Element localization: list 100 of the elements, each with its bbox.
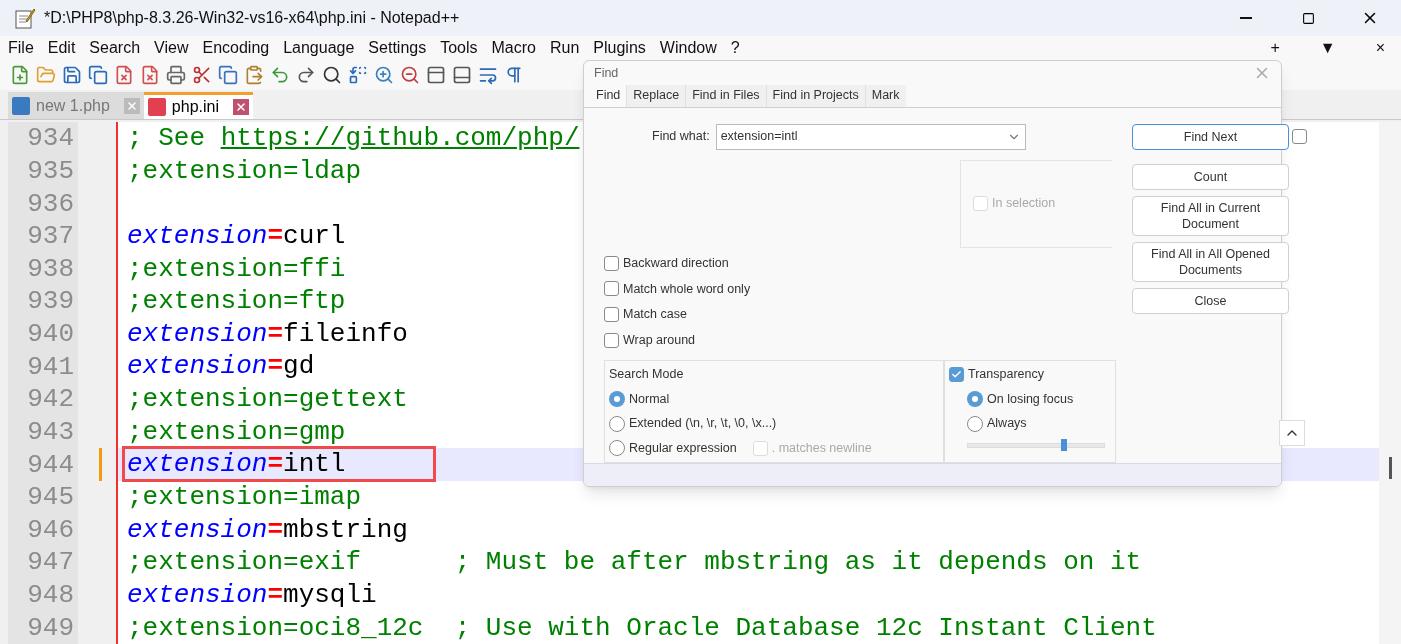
code-key: extension [127,353,268,380]
notepad-icon [14,7,36,29]
dialog-tab[interactable]: Replace [626,84,686,107]
close-tab-icon[interactable] [233,99,249,115]
checkmark-icon [951,368,962,380]
line-number: 939 [27,288,74,315]
line-number: 948 [27,582,74,609]
menu-item[interactable]: Window [659,36,717,60]
line-number: 935 [27,157,74,184]
panel-icon[interactable] [426,65,446,85]
menu-item[interactable]: Settings [368,36,427,60]
line-number: 938 [27,255,74,282]
copy-icon[interactable] [218,65,238,85]
paste-icon[interactable] [244,65,264,85]
close-file-icon[interactable] [114,65,134,85]
line-number: 940 [27,321,74,348]
menu-item[interactable]: Edit [47,36,76,60]
menu-item[interactable]: ? [730,36,740,60]
menu-item[interactable]: Language [283,36,355,60]
panel-icon[interactable] [452,65,472,85]
code-key: extension [127,582,268,608]
checkbox-label: Match case [623,306,687,324]
checkbox[interactable] [604,281,619,297]
code-value: mbstring [283,516,408,543]
pilcrow-icon[interactable] [504,65,524,85]
group-title: Search Mode [609,365,684,383]
new-file-icon[interactable] [10,65,30,85]
dialog-button[interactable]: Close [1132,287,1289,314]
code-value: mysqli [283,582,377,608]
code-key: extension [127,451,268,478]
menu-item[interactable]: Search [89,36,141,60]
dialog-tab[interactable]: Mark [864,84,906,107]
radio-button[interactable] [609,415,625,432]
checkbox-label: Transparency [968,365,1044,383]
close-all-icon[interactable] [140,65,160,85]
save-all-icon[interactable] [88,65,108,85]
line-number: 947 [27,549,74,576]
change-marker [99,448,102,481]
code-key: extension [127,516,268,543]
code-comment: ;extension=exif ; Must be after mbstring as it depends on it [127,549,1142,576]
menu-item[interactable]: View [154,36,189,60]
scrollbar[interactable] [1379,122,1401,644]
collapse-button[interactable] [1279,419,1305,446]
slider-thumb[interactable] [1060,439,1067,452]
dialog-title: Find [594,65,619,83]
code-comment: ;extension=ftp [127,288,346,315]
redo-icon[interactable] [296,65,316,85]
dialog-button[interactable]: Find All in Current Document [1132,195,1289,236]
menu-item[interactable]: Macro [491,36,536,60]
dialog-tab[interactable]: Find in Files [685,84,766,107]
code-operator: = [267,451,284,478]
checkbox[interactable] [949,366,964,382]
zoom-out-icon[interactable] [400,65,420,85]
dialog-tab[interactable]: Find in Projects [765,84,865,107]
menu-button[interactable]: ▼ [1319,36,1336,60]
checkbox[interactable] [604,255,619,271]
scissors-icon[interactable] [192,65,212,85]
zoom-in-icon[interactable] [374,65,394,85]
dialog-button[interactable]: Count [1132,163,1289,190]
line-number: 937 [27,223,74,250]
wrap-icon[interactable] [478,65,498,85]
menu-item[interactable]: Run [550,36,580,60]
code-operator: = [267,223,284,250]
dialog-button[interactable]: Find All in All Opened Documents [1132,241,1289,282]
menu-button[interactable]: + [1270,36,1280,60]
checkbox[interactable] [604,332,619,348]
code-value: gd [283,353,315,380]
code-value: curl [283,223,346,250]
transparency-slider[interactable] [967,439,1105,452]
file-tab[interactable]: php.ini [143,92,253,119]
menu-button[interactable]: × [1375,36,1385,60]
radio-button[interactable] [609,440,625,457]
close-icon [235,101,247,113]
folder-icon[interactable] [36,65,56,85]
radio-button[interactable] [967,390,983,407]
scrollbar-thumb[interactable] [1388,457,1392,479]
close-tab-icon[interactable] [123,97,140,114]
replace-icon[interactable] [348,65,368,85]
code-operator: = [267,516,284,543]
radio-label: Regular expression [629,440,737,458]
menu-item[interactable]: Encoding [202,36,270,60]
window-title: *D:\PHP8\php-8.3.26-Win32-vs16-x64\php.ini - Notepad++ [44,8,460,28]
radio-button[interactable] [967,415,983,432]
checkbox[interactable] [604,307,619,323]
checkbox-label: Match whole word only [623,280,751,298]
line-number: 946 [27,516,74,543]
menu-item[interactable]: Tools [440,36,478,60]
radio-button[interactable] [609,390,625,407]
dialog-button[interactable]: Find Next [1132,123,1289,150]
find-what-field[interactable]: extension=intl [715,123,1026,150]
menu-item[interactable]: Plugins [593,36,646,60]
radio-label: Always [987,415,1027,433]
search-icon[interactable] [322,65,342,85]
menu-item[interactable]: File [8,36,34,60]
save-icon[interactable] [62,65,82,85]
code-link[interactable]: https://github.com/php/ [220,125,580,152]
checkbox-label: Wrap around [623,332,696,350]
printer-icon[interactable] [166,65,186,85]
code-comment: ; See [127,125,206,152]
undo-icon[interactable] [270,65,290,85]
